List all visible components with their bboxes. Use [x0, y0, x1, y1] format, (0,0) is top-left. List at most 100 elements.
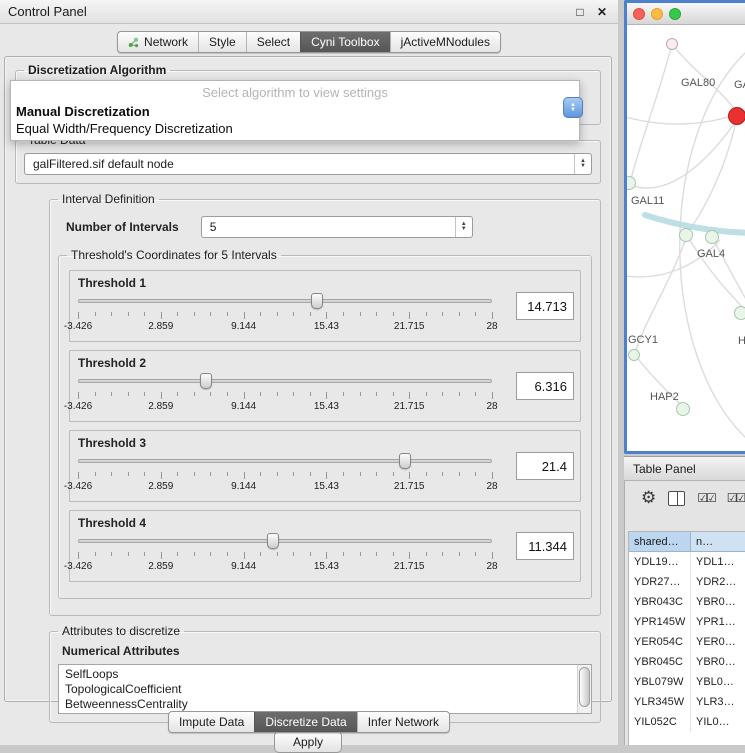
- slider-thumb[interactable]: [200, 373, 212, 389]
- number-of-intervals-value: 5: [210, 220, 217, 234]
- network-node-label: GA: [734, 79, 745, 91]
- table-cell: YBR043C: [629, 592, 691, 612]
- threshold-value-field[interactable]: 14.713: [516, 292, 574, 320]
- tab-jactivemnodules[interactable]: jActiveMNodules: [390, 32, 500, 52]
- attribute-item[interactable]: SelfLoops: [65, 667, 573, 682]
- network-canvas[interactable]: GAL80GAGAL11GAL4HGCY1HAP2: [627, 25, 745, 451]
- zoom-traffic-light-icon[interactable]: [669, 8, 681, 20]
- threshold-value-field[interactable]: 21.4: [516, 452, 574, 480]
- threshold-label: Threshold 3: [78, 436, 572, 450]
- algorithm-option[interactable]: Manual Discretization: [11, 103, 579, 120]
- table-cell: YBR045C: [629, 652, 691, 672]
- algorithm-option[interactable]: Equal Width/Frequency Discretization: [11, 120, 579, 137]
- close-traffic-light-icon[interactable]: [633, 8, 645, 20]
- table-cell: YER054C: [629, 632, 691, 652]
- network-node[interactable]: [705, 230, 719, 244]
- threshold-label: Threshold 2: [78, 356, 572, 370]
- table-cell: YBL0…: [691, 672, 745, 692]
- control-panel: Control Panel □ ✕ Network Style Select Cyni…: [0, 0, 618, 745]
- tab-label: Select: [257, 35, 290, 49]
- discretization-algorithm-label: Discretization Algorithm: [24, 63, 170, 77]
- table-row[interactable]: YBR045CYBR0…: [629, 652, 745, 672]
- network-node[interactable]: [734, 306, 745, 320]
- network-node-label: GAL11: [631, 195, 664, 207]
- tab-label: Infer Network: [368, 715, 439, 729]
- table-row[interactable]: YDR27…YDR2…: [629, 572, 745, 592]
- threshold-box: Threshold 1 -3.4262.8599.14415.4321.7152…: [69, 270, 581, 342]
- numerical-attributes-label: Numerical Attributes: [62, 644, 592, 658]
- table-cell: YBR0…: [691, 592, 745, 612]
- threshold-slider-track[interactable]: [78, 539, 492, 543]
- table-row[interactable]: YBR043CYBR0…: [629, 592, 745, 612]
- slider-tick-labels: -3.4262.8599.14415.4321.71528: [78, 401, 492, 413]
- network-node[interactable]: [679, 228, 693, 242]
- table-row[interactable]: YPR145WYPR1…: [629, 612, 745, 632]
- table-row[interactable]: YIL052CYIL0…: [629, 712, 745, 732]
- network-node[interactable]: [676, 402, 690, 416]
- network-node[interactable]: [666, 38, 678, 50]
- interval-definition-group: Interval Definition Number of Intervals …: [49, 192, 601, 616]
- network-node[interactable]: [628, 349, 640, 361]
- apply-button[interactable]: Apply: [274, 731, 342, 753]
- table-cell: YPR145W: [629, 612, 691, 632]
- table-header-row[interactable]: shared…n…: [629, 532, 745, 552]
- tab-infer-network[interactable]: Infer Network: [357, 712, 449, 732]
- attribute-item[interactable]: TopologicalCoefficient: [65, 682, 573, 697]
- gear-icon[interactable]: ⚙: [641, 488, 656, 508]
- tab-cyni-toolbox[interactable]: Cyni Toolbox: [300, 32, 389, 52]
- tab-style[interactable]: Style: [198, 32, 246, 52]
- table-cell: YER0…: [691, 632, 745, 652]
- slider-tick-labels: -3.4262.8599.14415.4321.71528: [78, 561, 492, 573]
- slider-thumb[interactable]: [399, 453, 411, 469]
- slider-thumb[interactable]: [311, 293, 323, 309]
- slider-thumb[interactable]: [267, 533, 279, 549]
- attributes-group-label: Attributes to discretize: [58, 624, 184, 638]
- table-data-combo[interactable]: galFiltered.sif default node ▲▼: [24, 153, 592, 175]
- float-icon[interactable]: □: [572, 5, 588, 19]
- table-cell: YLR3…: [691, 692, 745, 712]
- threshold-slider-track[interactable]: [78, 299, 492, 303]
- algorithm-combo-button[interactable]: ▲▼: [563, 97, 583, 118]
- threshold-slider-track[interactable]: [78, 459, 492, 463]
- table-row[interactable]: YLR345WYLR3…: [629, 692, 745, 712]
- table-panel-titlebar: Table Panel: [624, 456, 745, 481]
- list-scrollbar[interactable]: [577, 665, 591, 713]
- node-table: shared…n… YDL19…YDL1…YDR27…YDR2…YBR043CY…: [628, 531, 745, 745]
- table-row[interactable]: YER054CYER0…: [629, 632, 745, 652]
- column-header[interactable]: shared…: [629, 532, 691, 551]
- table-row[interactable]: YDL19…YDL1…: [629, 552, 745, 572]
- table-cell: YDL1…: [691, 552, 745, 572]
- threshold-value-field[interactable]: 6.316: [516, 372, 574, 400]
- tab-impute-data[interactable]: Impute Data: [169, 712, 254, 732]
- deselect-checkboxes-icon[interactable]: ☑☑: [727, 491, 745, 505]
- threshold-slider-track[interactable]: [78, 379, 492, 383]
- attribute-item[interactable]: BetweennessCentrality: [65, 697, 573, 712]
- panel-title: Control Panel: [8, 4, 87, 19]
- table-panel-title: Table Panel: [633, 462, 696, 476]
- column-header[interactable]: n…: [691, 532, 745, 551]
- tab-network[interactable]: Network: [118, 32, 198, 52]
- tab-select[interactable]: Select: [246, 32, 300, 52]
- tab-label: Cyni Toolbox: [311, 35, 379, 49]
- numerical-attributes-list[interactable]: SelfLoopsTopologicalCoefficientBetweenne…: [58, 664, 592, 714]
- table-row[interactable]: YBL079WYBL0…: [629, 672, 745, 692]
- network-node[interactable]: [728, 107, 745, 125]
- close-icon[interactable]: ✕: [594, 5, 610, 19]
- tab-discretize-data[interactable]: Discretize Data: [254, 712, 356, 732]
- number-of-intervals-label: Number of Intervals: [66, 220, 179, 234]
- table-cell: YIL052C: [629, 712, 691, 732]
- select-all-checkboxes-icon[interactable]: ☑☑: [697, 491, 715, 505]
- minimize-traffic-light-icon[interactable]: [651, 8, 663, 20]
- slider-tick-labels: -3.4262.8599.14415.4321.71528: [78, 481, 492, 493]
- number-of-intervals-combo[interactable]: 5 ▲▼: [201, 216, 473, 238]
- columns-icon[interactable]: [668, 491, 685, 506]
- table-cell: YLR345W: [629, 692, 691, 712]
- tab-label: Network: [144, 35, 188, 49]
- slider-ticks: [78, 392, 492, 400]
- threshold-value-field[interactable]: 11.344: [516, 532, 574, 560]
- control-panel-titlebar: Control Panel □ ✕: [0, 0, 618, 24]
- bottom-tab-bar: Impute DataDiscretize Data Infer Network: [0, 711, 618, 733]
- threshold-box: Threshold 3 -3.4262.8599.14415.4321.7152…: [69, 430, 581, 502]
- combo-stepper-icon: ▲▼: [574, 154, 591, 174]
- slider-ticks: [78, 552, 492, 560]
